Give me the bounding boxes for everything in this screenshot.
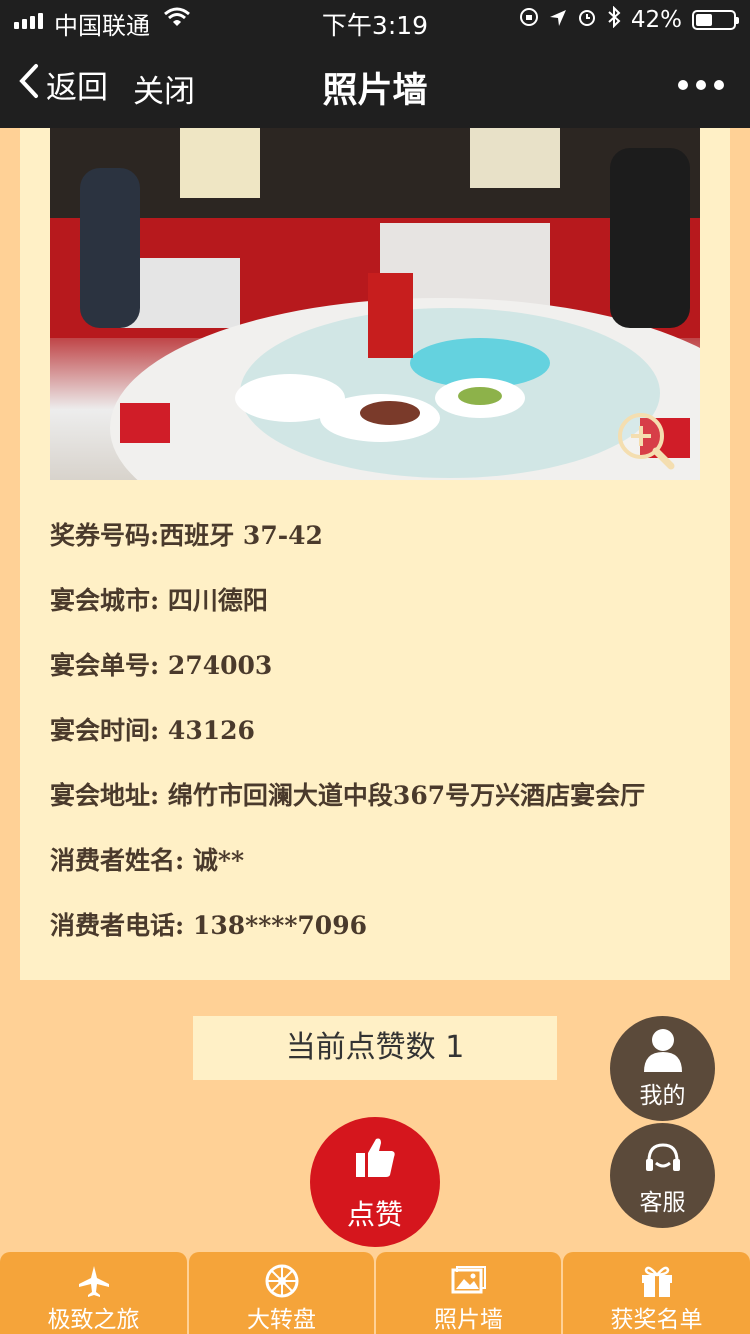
tab-label: 极致之旅 <box>47 1307 140 1333</box>
bluetooth-icon <box>607 5 621 34</box>
tab-label: 大转盘 <box>247 1307 316 1333</box>
user-icon <box>642 1028 684 1078</box>
bottom-tab-bar: 极致之旅 大转盘 照片墙 获奖名单 <box>0 1252 750 1334</box>
more-menu-button[interactable] <box>678 80 724 90</box>
mine-button[interactable]: 我的 <box>610 1016 715 1121</box>
headset-icon <box>644 1141 682 1181</box>
banquet-address: 宴会地址: 绵竹市回澜大道中段367号万兴酒店宴会厅 <box>50 781 646 810</box>
customer-service-button[interactable]: 客服 <box>610 1123 715 1228</box>
banquet-time: 宴会时间: 43126 <box>50 716 255 745</box>
gift-icon <box>640 1264 674 1302</box>
tab-photo-wall[interactable]: 照片墙 <box>376 1252 561 1334</box>
banquet-scene <box>50 128 700 480</box>
tab-journey[interactable]: 极致之旅 <box>0 1252 187 1334</box>
battery-percent: 42% <box>630 7 682 33</box>
orientation-lock-icon <box>519 7 539 33</box>
like-button[interactable]: 点赞 <box>310 1117 440 1247</box>
tab-wheel[interactable]: 大转盘 <box>189 1252 374 1334</box>
like-button-label: 点赞 <box>346 1198 403 1231</box>
banquet-order-number: 宴会单号: 274003 <box>50 651 273 680</box>
voucher-number: 奖券号码:西班牙 37-42 <box>50 521 323 550</box>
customer-service-label: 客服 <box>639 1190 686 1216</box>
location-icon <box>549 7 567 33</box>
tab-label: 照片墙 <box>434 1307 503 1333</box>
mine-label: 我的 <box>639 1083 686 1109</box>
alarm-icon <box>577 7 597 33</box>
thumbs-up-icon <box>354 1135 396 1183</box>
zoom-in-icon[interactable] <box>615 410 677 476</box>
banquet-info: 奖券号码:西班牙 37-42 宴会城市: 四川德阳 宴会单号: 274003 宴… <box>50 516 720 971</box>
like-count: 当前点赞数 1 <box>193 1016 557 1080</box>
battery-icon <box>692 10 739 30</box>
photo-icon <box>451 1264 487 1300</box>
tab-label: 获奖名单 <box>610 1307 703 1333</box>
status-bar: 中国联通 下午3:19 42% <box>0 0 750 40</box>
page-title: 照片墙 <box>322 71 428 111</box>
consumer-name: 消费者姓名: 诚** <box>50 846 245 875</box>
photo-card: 奖券号码:西班牙 37-42 宴会城市: 四川德阳 宴会单号: 274003 宴… <box>20 128 730 980</box>
nav-bar: 返回 关闭 照片墙 <box>0 40 750 128</box>
tab-winner-list[interactable]: 获奖名单 <box>563 1252 750 1334</box>
banquet-city: 宴会城市: 四川德阳 <box>50 586 268 615</box>
banquet-photo[interactable] <box>50 128 700 480</box>
airplane-icon <box>77 1264 111 1302</box>
consumer-phone: 消费者电话: 138****7096 <box>50 911 367 940</box>
wheel-icon <box>265 1264 299 1302</box>
top-bar: 中国联通 下午3:19 42% 返回 关闭 照片墙 <box>0 0 750 128</box>
